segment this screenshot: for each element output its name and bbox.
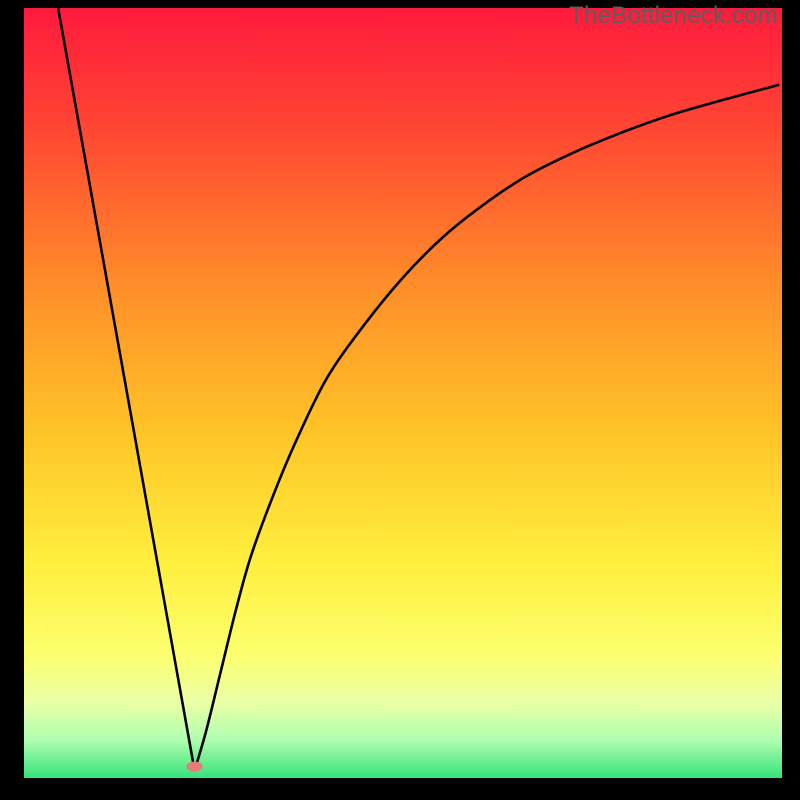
min-marker [187, 761, 203, 771]
chart-frame [24, 8, 782, 778]
bottleneck-chart [24, 8, 782, 778]
marker-layer [187, 761, 203, 771]
watermark-text: TheBottleneck.com [569, 2, 778, 30]
gradient-background [24, 8, 782, 778]
